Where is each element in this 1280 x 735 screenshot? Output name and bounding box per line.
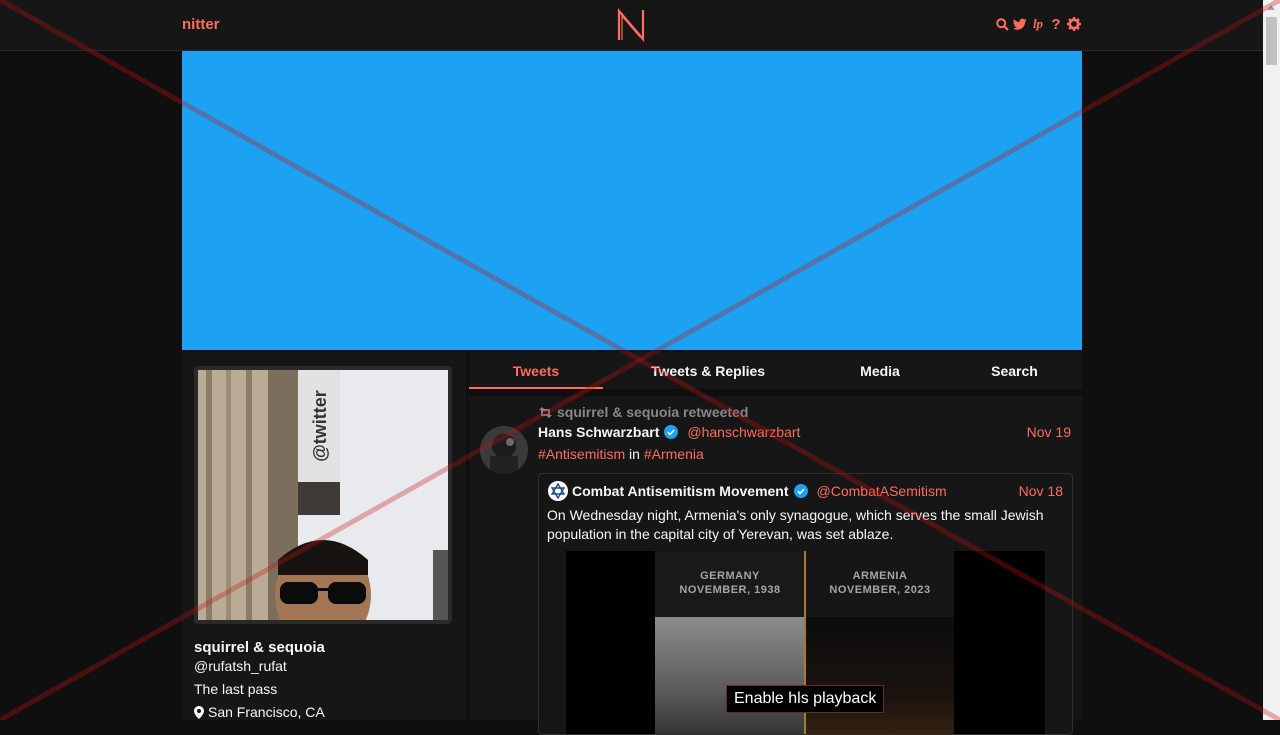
tweet-username[interactable]: @hanschwarzbart	[687, 424, 800, 440]
profile-bio: The last pass	[194, 681, 278, 697]
timeline: squirrel & sequoia retweeted Hans Schwar…	[469, 396, 1082, 735]
quote-avatar[interactable]	[548, 481, 568, 501]
quote-header: Combat Antisemitism Movement @CombatASem…	[572, 483, 947, 499]
location-text: San Francisco, CA	[208, 704, 325, 720]
tab-tweets[interactable]: Tweets	[469, 352, 603, 389]
video-player[interactable]: GERMANY NOVEMBER, 1938 ARMENIA NOVEMBER,…	[566, 551, 1045, 734]
navbar: nitter lp ?	[0, 0, 1263, 51]
tweet-avatar[interactable]	[480, 426, 528, 474]
tab-media[interactable]: Media	[813, 352, 947, 389]
retweet-header: squirrel & sequoia retweeted	[538, 404, 748, 420]
scroll-thumb[interactable]	[1266, 17, 1277, 65]
location-pin-icon	[194, 705, 204, 719]
poster-fire-image	[806, 617, 954, 734]
hashtag-link[interactable]: #Armenia	[644, 446, 704, 462]
profile-location: San Francisco, CA	[194, 704, 325, 720]
brand-link[interactable]: nitter	[182, 16, 220, 33]
avatar-photo: @twitter	[198, 370, 448, 620]
tab-tweets-replies[interactable]: Tweets & Replies	[603, 352, 813, 389]
retweet-text: squirrel & sequoia retweeted	[557, 404, 749, 420]
settings-icon[interactable]	[1067, 16, 1081, 32]
tab-search[interactable]: Search	[947, 352, 1082, 389]
profile-fullname[interactable]: squirrel & sequoia	[194, 639, 325, 656]
profile-username[interactable]: @rufatsh_rufat	[194, 658, 287, 674]
tweet-content: #Antisemitism in #Armenia	[538, 446, 704, 462]
poster-left-label-line2: NOVEMBER, 1938	[679, 584, 781, 596]
tweet-header: Hans Schwarzbart @hanschwarzbart	[538, 424, 800, 440]
retweet-icon	[539, 406, 552, 418]
tweet-date[interactable]: Nov 19	[1027, 424, 1071, 440]
quote-date[interactable]: Nov 18	[1019, 483, 1063, 499]
verified-icon	[664, 425, 679, 439]
search-icon[interactable]	[995, 16, 1009, 32]
nitter-logo-icon[interactable]	[616, 8, 646, 42]
profile-banner[interactable]	[182, 51, 1082, 350]
poster-right-label: ARMENIA NOVEMBER, 2023	[805, 569, 955, 597]
timeline-tabs: Tweets Tweets & Replies Media Search	[469, 352, 1082, 389]
quoted-tweet[interactable]: Combat Antisemitism Movement @CombatASem…	[538, 473, 1073, 735]
poster-left-label: GERMANY NOVEMBER, 1938	[655, 569, 805, 597]
twitter-icon[interactable]	[1013, 16, 1027, 32]
poster-smoke-image	[655, 617, 805, 734]
profile-avatar[interactable]: @twitter	[194, 366, 452, 624]
tweet-text-connector: in	[625, 446, 644, 462]
poster-left-label-line1: GERMANY	[700, 570, 760, 582]
scrollbar[interactable]	[1263, 0, 1280, 720]
quote-text: On Wednesday night, Armenia's only synag…	[547, 507, 1044, 542]
poster-right-label-line1: ARMENIA	[852, 570, 908, 582]
enable-hls-playback-button[interactable]: Enable hls playback	[726, 685, 885, 713]
hashtag-link[interactable]: #Antisemitism	[538, 446, 625, 462]
help-icon[interactable]: ?	[1049, 15, 1063, 33]
lp-label: lp	[1032, 16, 1044, 31]
tweet-fullname[interactable]: Hans Schwarzbart	[538, 424, 659, 440]
nav-icons: lp ?	[995, 15, 1081, 33]
quote-fullname[interactable]: Combat Antisemitism Movement	[572, 483, 789, 499]
help-label: ?	[1051, 15, 1061, 33]
quote-username[interactable]: @CombatASemitism	[817, 483, 947, 499]
lp-icon[interactable]: lp	[1031, 16, 1045, 32]
svg-text:@twitter: @twitter	[310, 390, 330, 462]
verified-icon	[793, 484, 808, 498]
profile-card: @twitter squirrel & sequoia @rufatsh_ruf…	[182, 352, 466, 720]
scroll-up-arrow-icon[interactable]	[1267, 5, 1275, 10]
poster-right-label-line2: NOVEMBER, 2023	[829, 584, 931, 596]
